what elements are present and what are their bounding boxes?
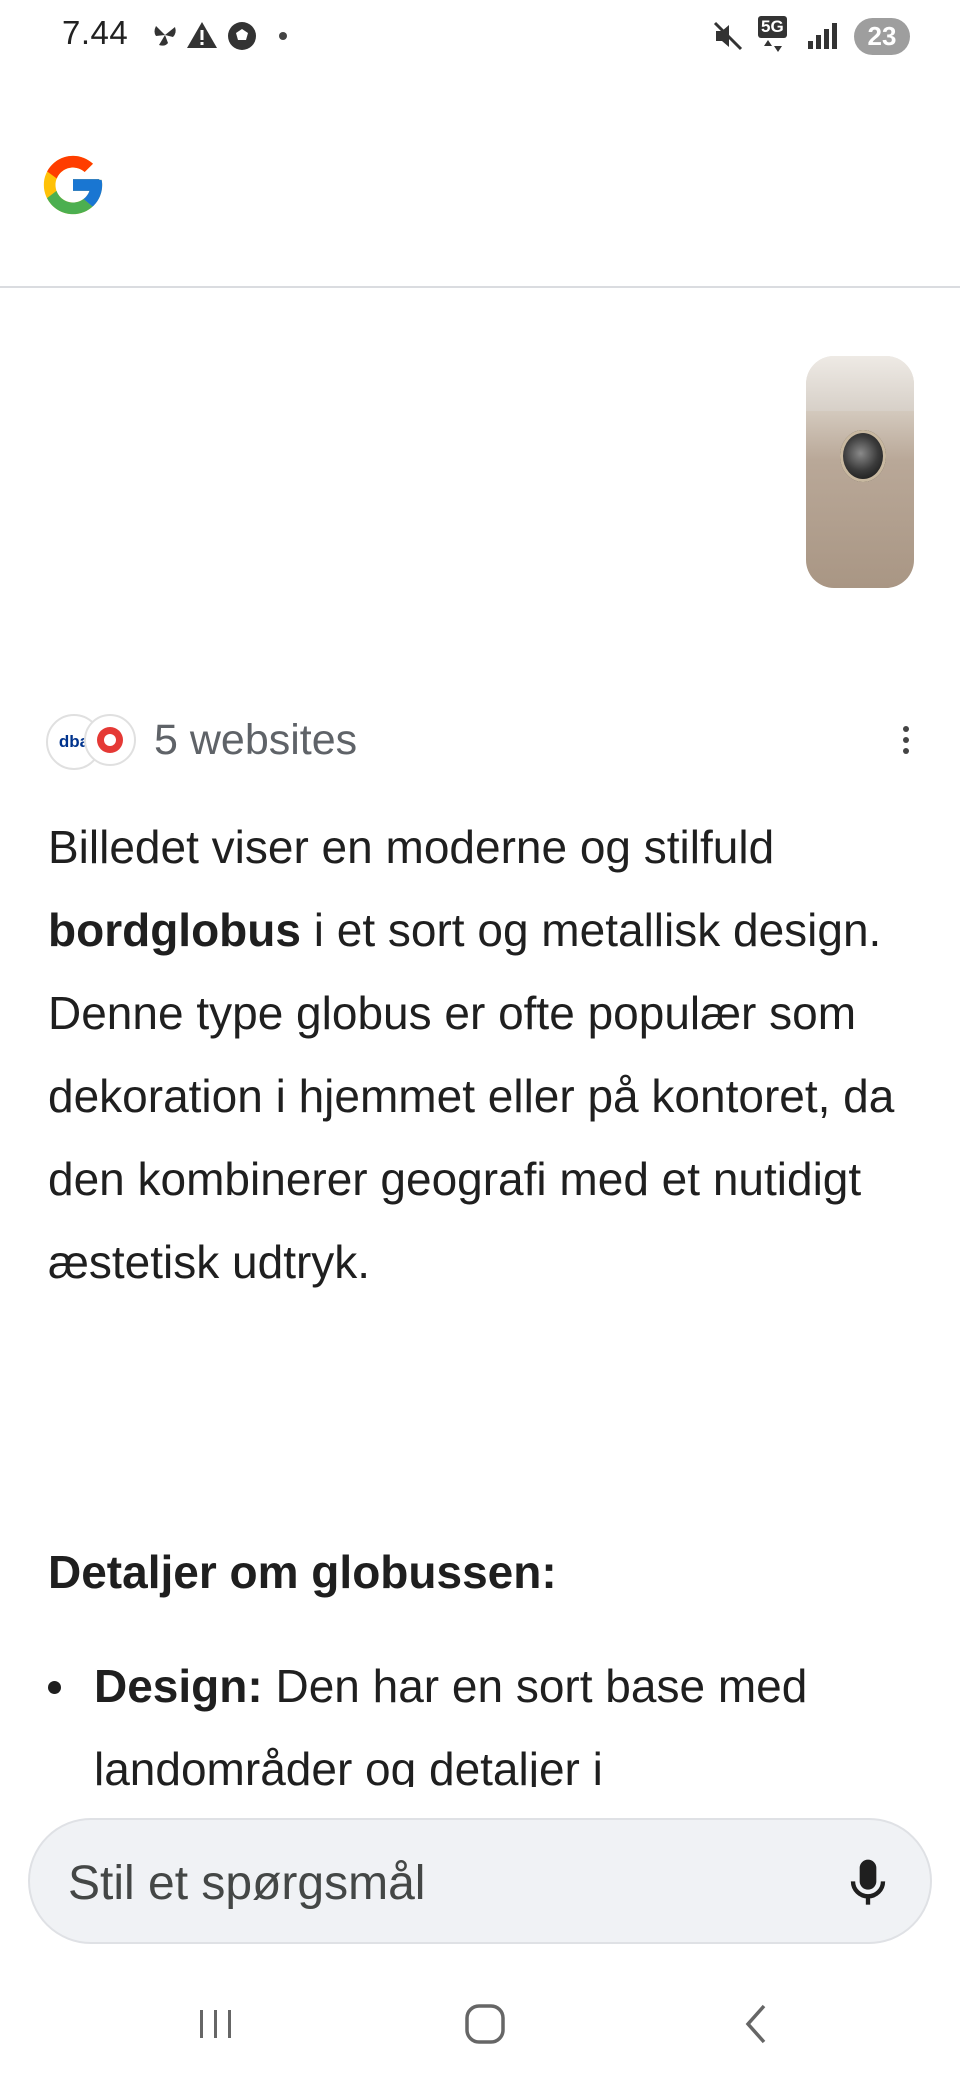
status-time: 7.44 [62, 14, 129, 51]
details-heading: Detaljer om globussen: [48, 1546, 557, 1598]
list-item: Design: Den har en sort base med landomr… [48, 1645, 908, 1787]
more-options-icon[interactable] [886, 718, 926, 762]
data-arrows-icon [764, 40, 782, 52]
recent-apps-icon[interactable] [186, 1998, 246, 2050]
soccer-ball-icon [228, 22, 256, 50]
back-icon[interactable] [726, 1998, 786, 2050]
system-nav-bar [0, 1970, 960, 2080]
mute-icon [713, 21, 743, 51]
thumbnail-globe [840, 430, 886, 482]
uploaded-image-thumbnail[interactable] [806, 356, 914, 588]
battery-level: 23 [854, 17, 910, 55]
google-logo-icon[interactable] [38, 150, 108, 220]
source-logo-red [84, 714, 136, 766]
status-bar: 7.44 5G 23 [0, 0, 960, 80]
answer-text-start: Billedet viser en moderne og stilfuld [48, 821, 775, 873]
more-notifications-dot-icon [279, 32, 287, 40]
app-header [0, 100, 960, 288]
details-list: Design: Den har en sort base med landomr… [48, 1645, 908, 1787]
sources-row[interactable]: dba 5 websites [46, 712, 926, 770]
signal-icon [808, 23, 837, 49]
microphone-icon[interactable] [848, 1858, 888, 1908]
network-type-label: 5G [758, 16, 787, 38]
sources-count-label[interactable]: 5 websites [154, 716, 357, 765]
answer-bold-term: bordglobus [48, 904, 301, 956]
thumbnail-wall [806, 356, 914, 411]
fan-notification-icon [154, 26, 176, 46]
source-logos: dba [46, 714, 136, 770]
home-icon[interactable] [455, 1998, 515, 2050]
answer-text-end: i et sort og metallisk design. Denne typ… [48, 904, 895, 1288]
ask-input[interactable] [66, 1842, 790, 1924]
network-indicator: 5G [758, 16, 792, 56]
red-circle-logo-icon [97, 727, 123, 753]
warning-icon [187, 22, 217, 48]
list-item-term: Design: [94, 1660, 263, 1712]
ask-bar[interactable] [28, 1818, 932, 1944]
answer-text: Billedet viser en moderne og stilfuld bo… [48, 806, 898, 1304]
